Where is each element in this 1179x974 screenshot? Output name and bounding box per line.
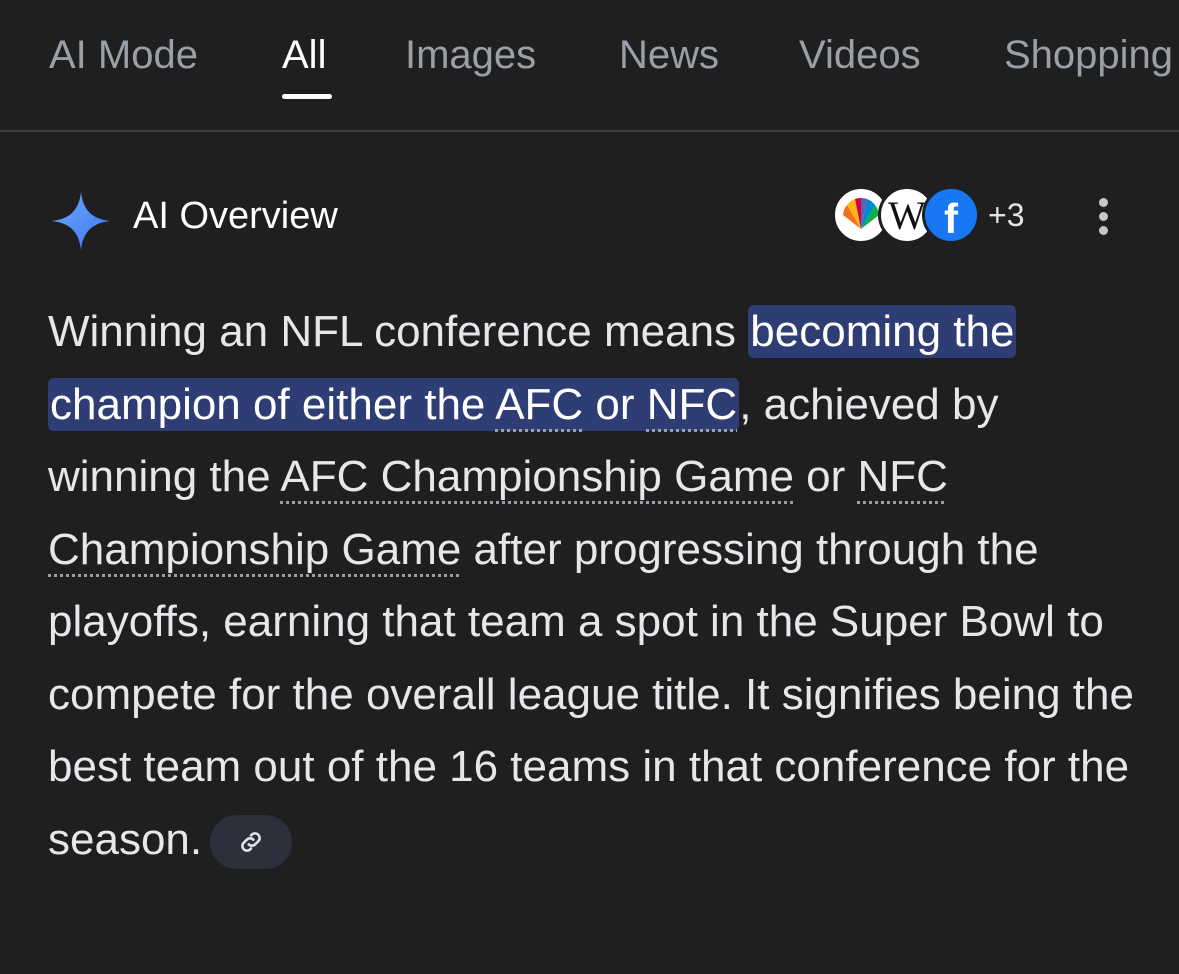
active-tab-indicator xyxy=(282,94,332,99)
facebook-f-icon[interactable]: f xyxy=(922,186,980,244)
tab-shopping[interactable]: Shopping xyxy=(1004,30,1173,80)
ai-overview-header: AI Overview W f +3 xyxy=(0,180,1179,256)
answer-text: or xyxy=(793,452,858,501)
tab-ai-mode[interactable]: AI Mode xyxy=(49,30,198,80)
term-nfc[interactable]: NFC xyxy=(647,380,737,429)
ai-overview-title: AI Overview xyxy=(133,195,338,237)
ai-overview-answer: Winning an NFL conference means becoming… xyxy=(48,296,1138,876)
tab-news[interactable]: News xyxy=(619,30,719,80)
term-afc-championship-game[interactable]: AFC Championship Game xyxy=(280,452,794,501)
answer-text: after progressing through the playoffs, … xyxy=(48,524,1134,864)
source-link-button[interactable] xyxy=(210,814,293,869)
more-sources-count[interactable]: +3 xyxy=(988,196,1024,234)
term-afc[interactable]: AFC xyxy=(495,380,583,429)
answer-text: Winning an NFL conference means xyxy=(48,307,749,356)
link-icon xyxy=(241,831,262,852)
search-tabs: AI Mode All Images News Videos Shopping xyxy=(0,0,1179,132)
tab-all[interactable]: All xyxy=(282,30,326,80)
more-options-icon[interactable] xyxy=(1088,196,1120,236)
sparkle-icon xyxy=(52,192,110,250)
tab-videos[interactable]: Videos xyxy=(799,30,921,80)
tab-images[interactable]: Images xyxy=(405,30,536,80)
